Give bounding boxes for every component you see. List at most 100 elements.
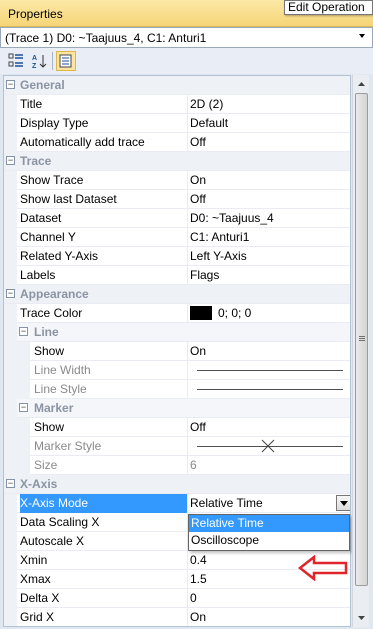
- property-value[interactable]: Off: [190, 192, 206, 206]
- color-swatch[interactable]: [190, 306, 212, 320]
- property-label: Show: [34, 344, 65, 358]
- property-value[interactable]: 0; 0; 0: [218, 306, 251, 320]
- categorized-icon: [8, 53, 23, 67]
- property-value[interactable]: 0.4: [190, 553, 207, 567]
- property-row-line-width[interactable]: Line Width: [4, 361, 350, 380]
- collapse-icon[interactable]: −: [6, 156, 15, 165]
- scroll-up-icon: [358, 81, 365, 86]
- property-label: Grid X: [20, 610, 55, 624]
- cross-marker-icon: [261, 439, 275, 453]
- property-row-dataset[interactable]: Dataset D0: ~Taajuus_4: [4, 209, 350, 228]
- dropdown-option-oscilloscope[interactable]: Oscilloscope: [189, 532, 349, 549]
- property-label: Show: [34, 420, 65, 434]
- collapse-icon[interactable]: −: [19, 327, 28, 336]
- property-value[interactable]: On: [190, 344, 206, 358]
- category-label: Trace: [20, 154, 52, 168]
- property-label: Automatically add trace: [20, 135, 145, 149]
- property-label: Autoscale X: [20, 534, 85, 548]
- property-label: Related Y-Axis: [20, 249, 99, 263]
- property-label: Labels: [20, 268, 56, 282]
- subcategory-marker[interactable]: − Marker: [4, 399, 350, 418]
- property-row-grid-x[interactable]: Grid X On: [4, 608, 350, 626]
- property-value[interactable]: 6: [190, 458, 197, 472]
- property-label: Data Scaling X: [20, 515, 100, 529]
- vertical-scrollbar[interactable]: [352, 75, 369, 627]
- property-pages-icon: [59, 54, 72, 68]
- line-style-preview: [197, 389, 343, 390]
- property-row-related-y-axis[interactable]: Related Y-Axis Left Y-Axis: [4, 247, 350, 266]
- property-row-delta-x[interactable]: Delta X 0: [4, 589, 350, 608]
- category-x-axis[interactable]: − X-Axis: [4, 475, 350, 494]
- dropdown-option-relative-time[interactable]: Relative Time: [189, 515, 349, 532]
- property-label: Line Width: [34, 363, 91, 377]
- property-value[interactable]: Left Y-Axis: [190, 249, 247, 263]
- property-value[interactable]: Off: [190, 420, 206, 434]
- property-row-marker-style[interactable]: Marker Style: [4, 437, 350, 456]
- object-selector[interactable]: (Trace 1) D0: ~Taajuus_4, C1: Anturi1: [0, 27, 373, 48]
- collapse-icon[interactable]: −: [6, 80, 15, 89]
- dropdown-button[interactable]: [336, 495, 350, 511]
- property-row-x-axis-mode[interactable]: X-Axis Mode Relative Time: [4, 494, 350, 513]
- property-row-labels[interactable]: Labels Flags: [4, 266, 350, 285]
- property-label: X-Axis Mode: [20, 496, 89, 510]
- property-pages-button[interactable]: [56, 51, 76, 71]
- property-value[interactable]: 0: [190, 591, 197, 605]
- property-label: Show last Dataset: [20, 192, 117, 206]
- chevron-down-icon[interactable]: [359, 34, 365, 38]
- property-label: Display Type: [20, 116, 89, 130]
- annotation-arrow-icon: [298, 555, 348, 581]
- property-label: Channel Y: [20, 230, 76, 244]
- property-label: Size: [34, 458, 58, 472]
- property-row-trace-color[interactable]: Trace Color 0; 0; 0: [4, 304, 350, 323]
- property-row-line-show[interactable]: Show On: [4, 342, 350, 361]
- category-label: X-Axis: [20, 477, 58, 491]
- property-row-line-style[interactable]: Line Style: [4, 380, 350, 399]
- property-value[interactable]: On: [190, 610, 206, 624]
- category-general[interactable]: − General: [4, 76, 350, 95]
- property-value[interactable]: On: [190, 173, 206, 187]
- category-appearance[interactable]: − Appearance: [4, 285, 350, 304]
- property-row-show-trace[interactable]: Show Trace On: [4, 171, 350, 190]
- property-value[interactable]: D0: ~Taajuus_4: [190, 211, 274, 225]
- property-value[interactable]: C1: Anturi1: [190, 230, 249, 244]
- property-label: Line Style: [34, 382, 87, 396]
- collapse-icon[interactable]: −: [6, 289, 15, 298]
- property-row-marker-show[interactable]: Show Off: [4, 418, 350, 437]
- category-label: Marker: [34, 401, 74, 415]
- scroll-up-button[interactable]: [353, 75, 370, 92]
- property-value[interactable]: 2D (2): [190, 97, 223, 111]
- scroll-down-button[interactable]: [353, 609, 370, 626]
- property-value[interactable]: Off: [190, 135, 206, 149]
- alphabetical-view-button[interactable]: A Z: [29, 51, 49, 71]
- x-axis-mode-dropdown-list: Relative Time Oscilloscope: [188, 514, 350, 551]
- collapse-icon[interactable]: −: [6, 479, 15, 488]
- property-label: Xmax: [20, 572, 51, 586]
- property-row-channel-y[interactable]: Channel Y C1: Anturi1: [4, 228, 350, 247]
- line-width-preview: [197, 370, 343, 371]
- property-label: Xmin: [20, 553, 48, 567]
- property-row-title[interactable]: Title 2D (2): [4, 95, 350, 114]
- svg-text:Z: Z: [32, 63, 37, 69]
- property-label: Dataset: [20, 211, 62, 225]
- x-axis-mode-select[interactable]: Relative Time: [190, 496, 263, 510]
- property-label: Show Trace: [20, 173, 84, 187]
- property-value[interactable]: Flags: [190, 268, 219, 282]
- scroll-thumb[interactable]: [355, 93, 368, 586]
- property-row-display-type[interactable]: Display Type Default: [4, 114, 350, 133]
- property-value[interactable]: Default: [190, 116, 228, 130]
- category-trace[interactable]: − Trace: [4, 152, 350, 171]
- window-title: Properties: [8, 7, 63, 21]
- property-row-auto-add-trace[interactable]: Automatically add trace Off: [4, 133, 350, 152]
- properties-toolbar: A Z: [0, 48, 373, 74]
- collapse-icon[interactable]: −: [19, 403, 28, 412]
- object-selector-value: (Trace 1) D0: ~Taajuus_4, C1: Anturi1: [5, 31, 207, 45]
- categorized-view-button[interactable]: [6, 51, 26, 71]
- property-label: Title: [20, 97, 43, 111]
- category-label: Appearance: [20, 287, 89, 301]
- subcategory-line[interactable]: − Line: [4, 323, 350, 342]
- property-row-marker-size[interactable]: Size 6: [4, 456, 350, 475]
- property-label: Trace Color: [20, 306, 83, 320]
- property-row-show-last-dataset[interactable]: Show last Dataset Off: [4, 190, 350, 209]
- property-value[interactable]: 1.5: [190, 572, 207, 586]
- category-label: General: [20, 78, 65, 92]
